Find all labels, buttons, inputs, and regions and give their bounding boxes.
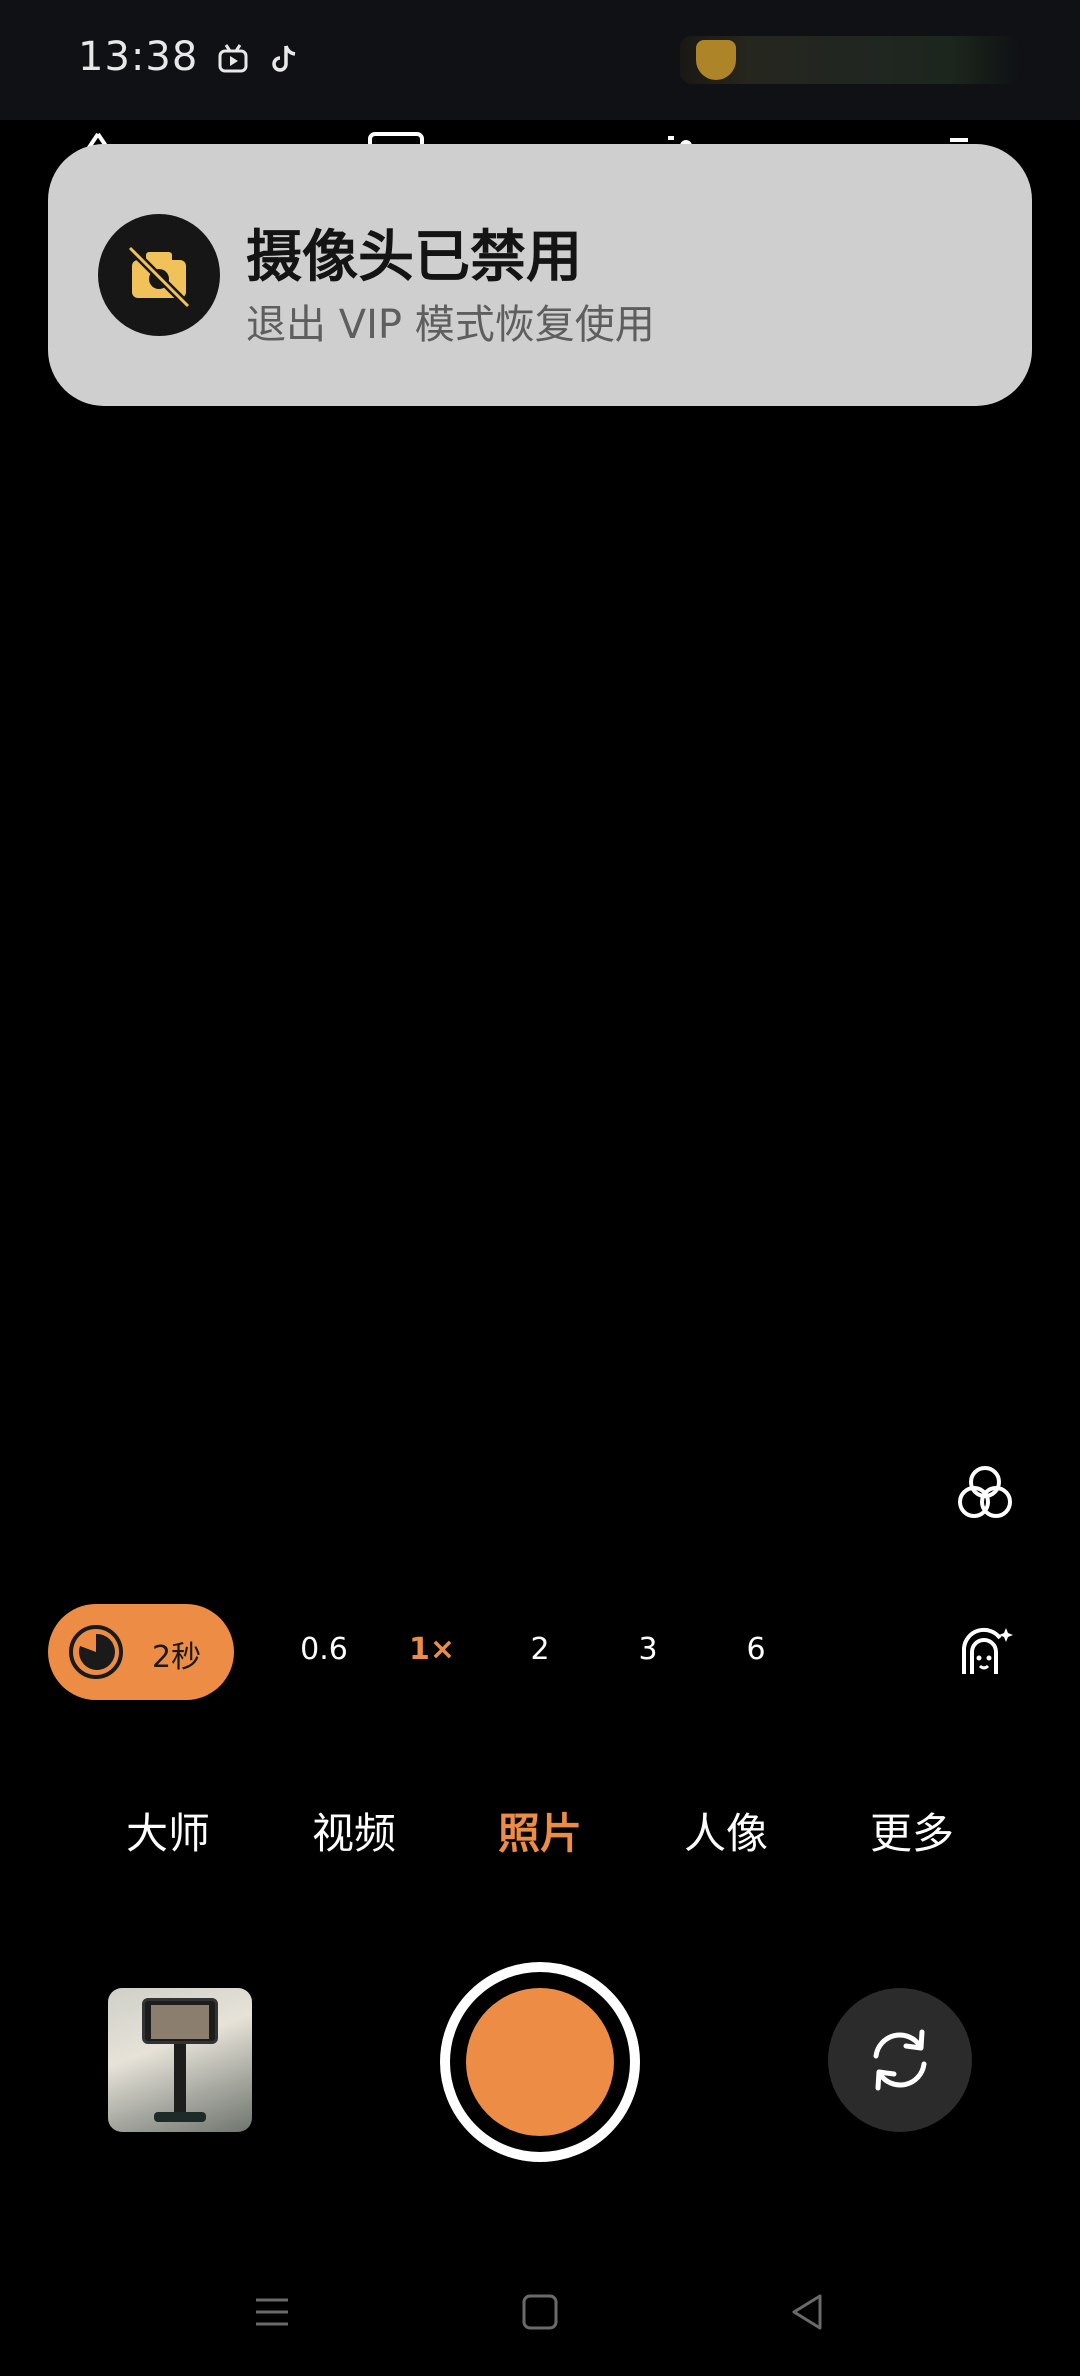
security-shield-icon [696, 40, 736, 80]
mode-portrait[interactable]: 人像 [666, 1800, 786, 1861]
recent-apps-icon[interactable] [250, 2290, 294, 2334]
beauty-mode-icon[interactable] [954, 1622, 1014, 1682]
mode-video[interactable]: 视频 [294, 1800, 414, 1861]
camera-screen: 13:38 摄像头已禁用 退出 VIP 模式恢复使用 2秒 0.6 1× 2 3… [0, 0, 1080, 2376]
gallery-thumbnail[interactable] [108, 1988, 252, 2132]
thumbnail-phone-image [142, 1998, 218, 2044]
mode-master[interactable]: 大师 [108, 1800, 228, 1861]
zoom-option-0-6[interactable]: 0.6 [284, 1632, 364, 1667]
status-time: 13:38 [78, 34, 199, 80]
zoom-option-6[interactable]: 6 [716, 1632, 796, 1667]
shutter-button[interactable] [440, 1962, 640, 2162]
camera-disabled-notice: 摄像头已禁用 退出 VIP 模式恢复使用 [48, 144, 1032, 406]
filter-icon[interactable] [954, 1462, 1016, 1524]
mode-more[interactable]: 更多 [852, 1800, 972, 1861]
notice-icon-badge [98, 214, 220, 336]
bilibili-icon [218, 44, 248, 73]
timer-label: 2秒 [152, 1640, 202, 1675]
shutter-core [466, 1988, 614, 2136]
zoom-option-2[interactable]: 2 [500, 1632, 580, 1667]
zoom-option-1x[interactable]: 1× [392, 1632, 472, 1667]
tiktok-icon [272, 45, 296, 72]
home-icon[interactable] [518, 2290, 562, 2334]
switch-camera-button[interactable] [828, 1988, 972, 2132]
status-bar: 13:38 [0, 0, 1080, 120]
camera-disabled-icon [127, 245, 191, 309]
timer-button[interactable]: 2秒 [48, 1604, 234, 1700]
notice-subtitle: 退出 VIP 模式恢复使用 [246, 302, 655, 348]
mode-photo[interactable]: 照片 [480, 1800, 600, 1861]
back-icon[interactable] [786, 2290, 830, 2334]
zoom-option-3[interactable]: 3 [608, 1632, 688, 1667]
status-indicators [680, 36, 1020, 84]
notice-title: 摄像头已禁用 [246, 225, 582, 290]
timer-icon [69, 1625, 123, 1679]
switch-camera-icon [873, 2029, 927, 2091]
